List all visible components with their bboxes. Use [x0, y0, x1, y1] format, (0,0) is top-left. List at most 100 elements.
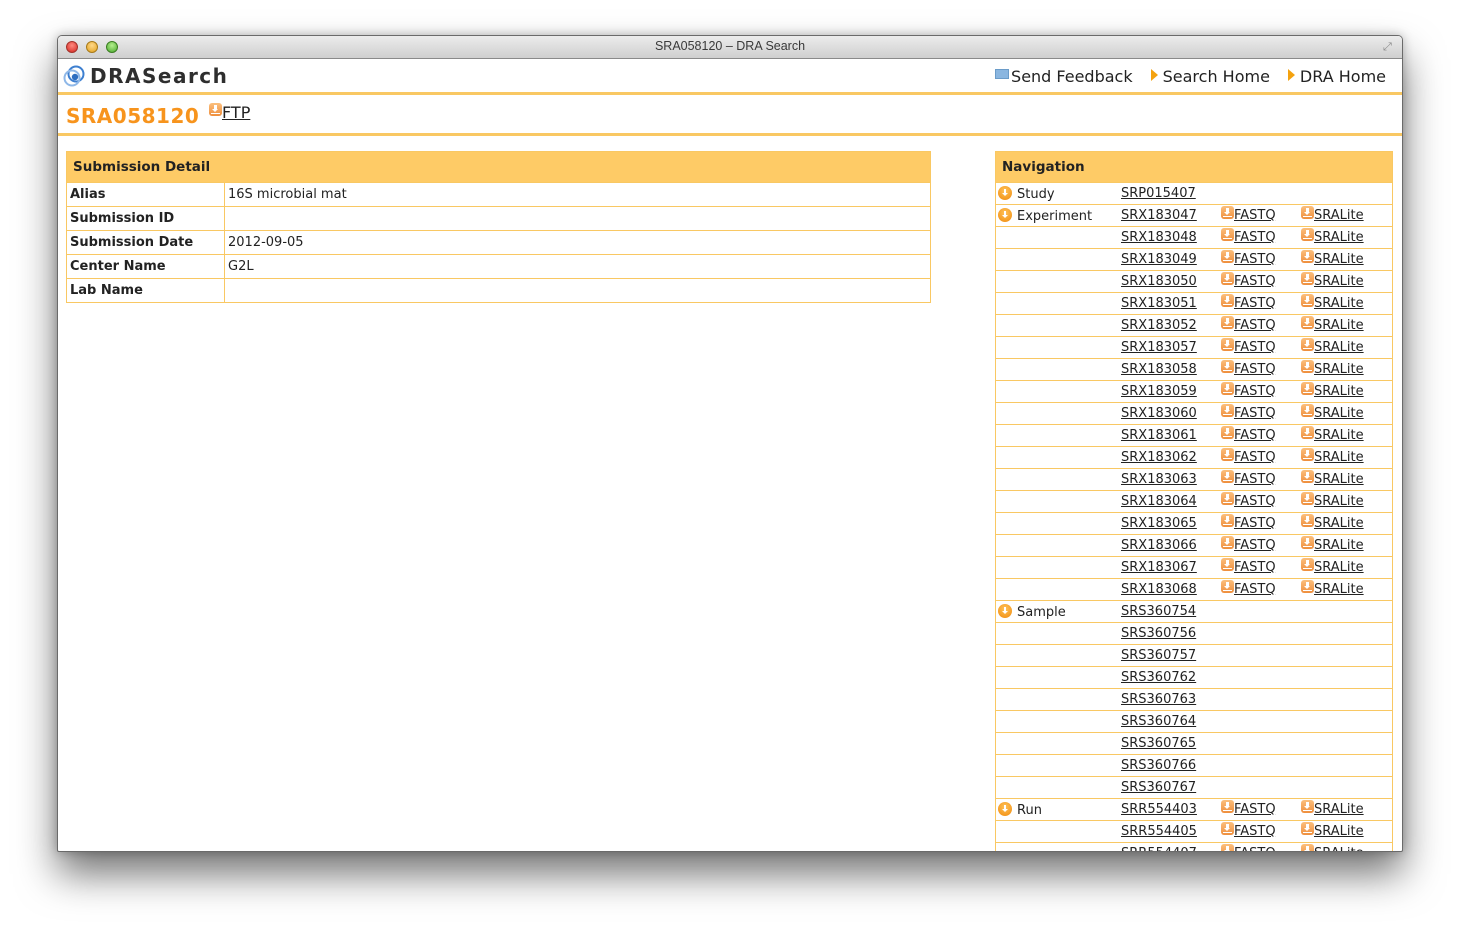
accession-link[interactable]: SRS360763 — [1121, 692, 1196, 707]
sralite-label[interactable]: SRALite — [1314, 582, 1364, 597]
fastq-link[interactable]: FASTQ — [1221, 492, 1276, 509]
expand-down-icon[interactable] — [998, 185, 1012, 200]
sralite-label[interactable]: SRALite — [1314, 494, 1364, 509]
sralite-label[interactable]: SRALite — [1314, 846, 1364, 851]
fastq-label[interactable]: FASTQ — [1234, 318, 1276, 333]
accession-link[interactable]: SRX183051 — [1121, 296, 1197, 311]
accession-link[interactable]: SRS360767 — [1121, 780, 1196, 795]
sralite-label[interactable]: SRALite — [1314, 274, 1364, 289]
fastq-link[interactable]: FASTQ — [1221, 536, 1276, 553]
fastq-link[interactable]: FASTQ — [1221, 404, 1276, 421]
fastq-label[interactable]: FASTQ — [1234, 296, 1276, 311]
accession-link[interactable]: SRS360754 — [1121, 604, 1196, 619]
accession-link[interactable]: SRX183047 — [1121, 208, 1197, 223]
fastq-link[interactable]: FASTQ — [1221, 228, 1276, 245]
fastq-label[interactable]: FASTQ — [1234, 846, 1276, 851]
fastq-link[interactable]: FASTQ — [1221, 250, 1276, 267]
sralite-link[interactable]: SRALite — [1301, 448, 1364, 465]
sralite-link[interactable]: SRALite — [1301, 382, 1364, 399]
search-home-link[interactable]: Search Home — [1150, 67, 1270, 86]
sralite-label[interactable]: SRALite — [1314, 252, 1364, 267]
sralite-link[interactable]: SRALite — [1301, 228, 1364, 245]
accession-link[interactable]: SRX183050 — [1121, 274, 1197, 289]
sralite-link[interactable]: SRALite — [1301, 250, 1364, 267]
fastq-link[interactable]: FASTQ — [1221, 844, 1276, 851]
accession-link[interactable]: SRS360762 — [1121, 670, 1196, 685]
fastq-label[interactable]: FASTQ — [1234, 582, 1276, 597]
accession-link[interactable]: SRX183061 — [1121, 428, 1197, 443]
fastq-label[interactable]: FASTQ — [1234, 274, 1276, 289]
logo[interactable]: DRASearch — [63, 64, 228, 88]
sralite-link[interactable]: SRALite — [1301, 206, 1364, 223]
fastq-link[interactable]: FASTQ — [1221, 580, 1276, 597]
accession-link[interactable]: SRR554403 — [1121, 802, 1197, 817]
fastq-label[interactable]: FASTQ — [1234, 494, 1276, 509]
sralite-label[interactable]: SRALite — [1314, 208, 1364, 223]
accession-link[interactable]: SRX183068 — [1121, 582, 1197, 597]
fastq-link[interactable]: FASTQ — [1221, 272, 1276, 289]
fastq-label[interactable]: FASTQ — [1234, 428, 1276, 443]
sralite-link[interactable]: SRALite — [1301, 294, 1364, 311]
sralite-link[interactable]: SRALite — [1301, 404, 1364, 421]
sralite-link[interactable]: SRALite — [1301, 338, 1364, 355]
expand-down-icon[interactable] — [998, 603, 1012, 618]
accession-link[interactable]: SRX183063 — [1121, 472, 1197, 487]
accession-link[interactable]: SRS360756 — [1121, 626, 1196, 641]
dra-home-link[interactable]: DRA Home — [1287, 67, 1386, 86]
sralite-label[interactable]: SRALite — [1314, 824, 1364, 839]
fastq-link[interactable]: FASTQ — [1221, 338, 1276, 355]
accession-link[interactable]: SRX183049 — [1121, 252, 1197, 267]
sralite-link[interactable]: SRALite — [1301, 426, 1364, 443]
fastq-label[interactable]: FASTQ — [1234, 824, 1276, 839]
fastq-link[interactable]: FASTQ — [1221, 470, 1276, 487]
ftp-link[interactable]: FTP — [209, 103, 250, 122]
fastq-link[interactable]: FASTQ — [1221, 800, 1276, 817]
accession-link[interactable]: SRX183066 — [1121, 538, 1197, 553]
fastq-link[interactable]: FASTQ — [1221, 514, 1276, 531]
accession-link[interactable]: SRX183064 — [1121, 494, 1197, 509]
fastq-link[interactable]: FASTQ — [1221, 822, 1276, 839]
sralite-label[interactable]: SRALite — [1314, 560, 1364, 575]
sralite-link[interactable]: SRALite — [1301, 514, 1364, 531]
accession-link[interactable]: SRX183058 — [1121, 362, 1197, 377]
expand-down-icon[interactable] — [998, 801, 1012, 816]
fastq-label[interactable]: FASTQ — [1234, 208, 1276, 223]
fastq-label[interactable]: FASTQ — [1234, 450, 1276, 465]
accession-link[interactable]: SRS360764 — [1121, 714, 1196, 729]
accession-link[interactable]: SRX183057 — [1121, 340, 1197, 355]
sralite-label[interactable]: SRALite — [1314, 428, 1364, 443]
sralite-link[interactable]: SRALite — [1301, 470, 1364, 487]
accession-link[interactable]: SRX183048 — [1121, 230, 1197, 245]
fastq-label[interactable]: FASTQ — [1234, 230, 1276, 245]
sralite-label[interactable]: SRALite — [1314, 516, 1364, 531]
sralite-link[interactable]: SRALite — [1301, 800, 1364, 817]
sralite-link[interactable]: SRALite — [1301, 272, 1364, 289]
sralite-label[interactable]: SRALite — [1314, 362, 1364, 377]
accession-link[interactable]: SRS360766 — [1121, 758, 1196, 773]
fastq-link[interactable]: FASTQ — [1221, 206, 1276, 223]
fastq-label[interactable]: FASTQ — [1234, 516, 1276, 531]
sralite-label[interactable]: SRALite — [1314, 406, 1364, 421]
sralite-label[interactable]: SRALite — [1314, 538, 1364, 553]
fastq-label[interactable]: FASTQ — [1234, 538, 1276, 553]
accession-link[interactable]: SRX183059 — [1121, 384, 1197, 399]
fastq-link[interactable]: FASTQ — [1221, 294, 1276, 311]
fastq-label[interactable]: FASTQ — [1234, 472, 1276, 487]
accession-link[interactable]: SRX183060 — [1121, 406, 1197, 421]
accession-link[interactable]: SRS360765 — [1121, 736, 1196, 751]
fastq-label[interactable]: FASTQ — [1234, 252, 1276, 267]
expand-down-icon[interactable] — [998, 207, 1012, 222]
accession-link[interactable]: SRR554405 — [1121, 824, 1197, 839]
fastq-label[interactable]: FASTQ — [1234, 560, 1276, 575]
accession-link[interactable]: SRX183065 — [1121, 516, 1197, 531]
sralite-label[interactable]: SRALite — [1314, 318, 1364, 333]
fastq-link[interactable]: FASTQ — [1221, 360, 1276, 377]
accession-link[interactable]: SRP015407 — [1121, 186, 1196, 201]
accession-link[interactable]: SRS360757 — [1121, 648, 1196, 663]
sralite-link[interactable]: SRALite — [1301, 492, 1364, 509]
sralite-link[interactable]: SRALite — [1301, 580, 1364, 597]
accession-link[interactable]: SRR554407 — [1121, 846, 1197, 851]
sralite-label[interactable]: SRALite — [1314, 450, 1364, 465]
send-feedback-link[interactable]: Send Feedback — [995, 67, 1133, 86]
fastq-link[interactable]: FASTQ — [1221, 382, 1276, 399]
